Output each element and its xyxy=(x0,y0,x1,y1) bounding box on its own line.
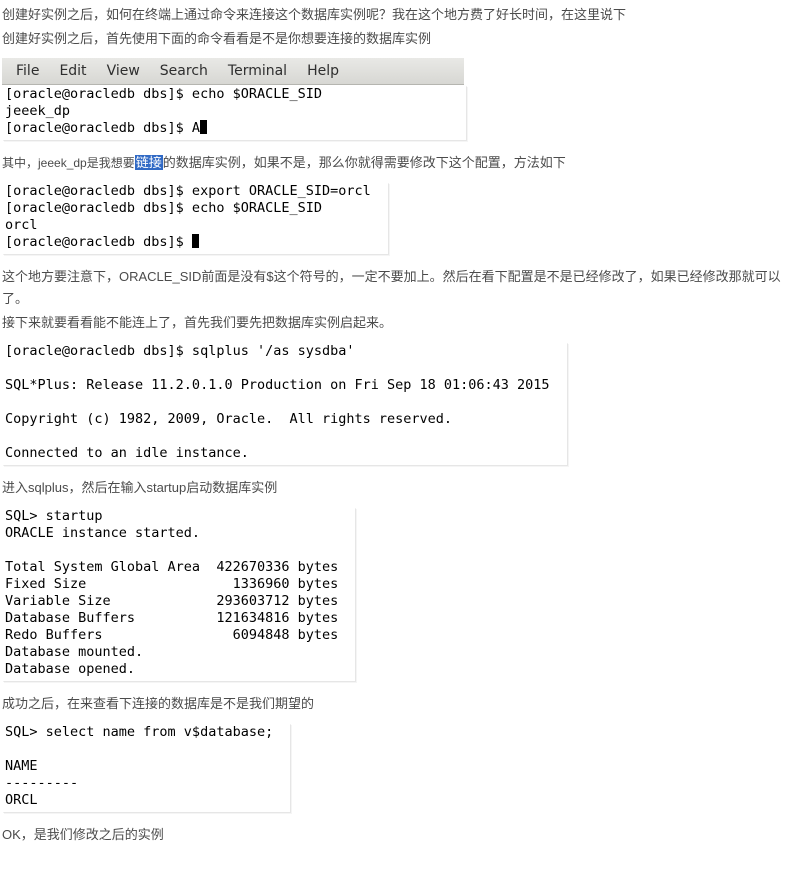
paragraph-note-nodollar: 这个地方要注意下，ORACLE_SID前面是没有$这个符号的，一定不要加上。然后… xyxy=(2,266,789,310)
menu-terminal[interactable]: Terminal xyxy=(218,60,297,82)
menu-help[interactable]: Help xyxy=(297,60,349,82)
menu-edit[interactable]: Edit xyxy=(49,60,96,82)
term-line: SQL*Plus: Release 11.2.0.1.0 Production … xyxy=(5,377,550,393)
term-line: jeeek_dp xyxy=(5,103,70,119)
paragraph-after-success: 成功之后，在来查看下连接的数据库是不是我们期望的 xyxy=(2,693,789,715)
paragraph-check: 创建好实例之后，首先使用下面的命令看看是不是你想要连接的数据库实例 xyxy=(2,28,789,50)
paragraph-intro: 创建好实例之后，如何在终端上通过命令来连接这个数据库实例呢？我在这个地方费了好长… xyxy=(2,4,789,26)
term-line: SQL> startup xyxy=(5,508,103,524)
paragraph-explain-sid: 其中，jeeek_dp是我想要链接的数据库实例，如果不是，那么你就得需要修改下这… xyxy=(2,152,789,174)
terminal-window-1: FileEditViewSearchTerminalHelp [oracle@o… xyxy=(2,52,466,150)
text: 的数据库实例，如果不是，那么你就得需要修改下这个配置，方法如下 xyxy=(163,155,566,170)
term-line: Database mounted. xyxy=(5,644,143,660)
text: 其中，jeeek_dp是我想要 xyxy=(2,156,135,170)
term-line: [oracle@oracledb dbs]$ export ORACLE_SID… xyxy=(5,183,371,199)
terminal-menubar: FileEditViewSearchTerminalHelp xyxy=(2,58,464,85)
terminal-output-1: [oracle@oracledb dbs]$ echo $ORACLE_SID … xyxy=(2,85,466,140)
term-line: [oracle@oracledb dbs]$ xyxy=(5,234,192,250)
term-line: [oracle@oracledb dbs]$ sqlplus '/as sysd… xyxy=(5,343,355,359)
term-line: SQL> select name from v$database; xyxy=(5,724,273,740)
term-line: [oracle@oracledb dbs]$ A xyxy=(5,120,200,136)
term-line: Database Buffers 121634816 bytes xyxy=(5,610,338,626)
term-line: ORACLE instance started. xyxy=(5,525,200,541)
term-line: NAME xyxy=(5,758,38,774)
term-line: ORCL xyxy=(5,792,38,808)
paragraph-enter-sqlplus: 进入sqlplus，然后在输入startup启动数据库实例 xyxy=(2,477,789,499)
terminal-output-5: SQL> select name from v$database; NAME -… xyxy=(2,723,290,812)
term-line: [oracle@oracledb dbs]$ echo $ORACLE_SID xyxy=(5,86,322,102)
term-line: --------- xyxy=(5,775,78,791)
paragraph-ok: OK，是我们修改之后的实例 xyxy=(2,824,789,846)
term-line: Copyright (c) 1982, 2009, Oracle. All ri… xyxy=(5,411,452,427)
term-line: Fixed Size 1336960 bytes xyxy=(5,576,338,592)
terminal-output-2: [oracle@oracledb dbs]$ export ORACLE_SID… xyxy=(2,182,388,254)
highlighted-word: 链接 xyxy=(135,155,163,170)
menu-view[interactable]: View xyxy=(97,60,150,82)
term-line: Connected to an idle instance. xyxy=(5,445,249,461)
term-line: Variable Size 293603712 bytes xyxy=(5,593,338,609)
term-line: Database opened. xyxy=(5,661,135,677)
paragraph-start-instance: 接下来就要看看能不能连上了，首先我们要先把数据库实例启起来。 xyxy=(2,312,789,334)
cursor-icon xyxy=(200,120,207,134)
menu-search[interactable]: Search xyxy=(150,60,218,82)
menu-file[interactable]: File xyxy=(6,60,49,82)
cursor-icon xyxy=(192,234,199,248)
term-line: Total System Global Area 422670336 bytes xyxy=(5,559,338,575)
term-line: [oracle@oracledb dbs]$ echo $ORACLE_SID xyxy=(5,200,322,216)
terminal-output-4: SQL> startup ORACLE instance started. To… xyxy=(2,507,355,681)
term-line: Redo Buffers 6094848 bytes xyxy=(5,627,338,643)
terminal-output-3: [oracle@oracledb dbs]$ sqlplus '/as sysd… xyxy=(2,342,567,465)
term-line: orcl xyxy=(5,217,38,233)
